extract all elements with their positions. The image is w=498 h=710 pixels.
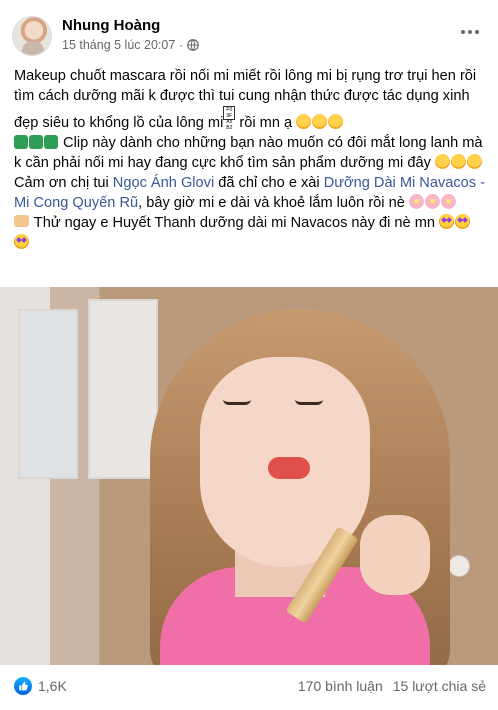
like-icon — [14, 677, 32, 695]
caption-text-3b: đã chỉ cho e xài — [214, 175, 324, 191]
video-window-right — [88, 299, 158, 479]
post-caption: Makeup chuốt mascara rồi nối mi miết rồi… — [14, 66, 486, 253]
post-header: Nhung Hoàng 15 tháng 5 lúc 20:07 · — [12, 12, 490, 56]
recycle-emoji-icon — [14, 135, 28, 149]
recycle-emoji-icon — [29, 135, 43, 149]
cherry-blossom-emoji-icon — [440, 194, 456, 209]
reactions-count: 1,6K — [38, 678, 67, 694]
video-wall-outlet — [448, 555, 470, 577]
caption-text-2: Clip này dành cho những bạn nào muốn có … — [14, 135, 483, 171]
post-footer: 1,6K 170 bình luận 15 lượt chia sẻ — [14, 673, 486, 699]
star-struck-emoji-icon — [14, 234, 29, 249]
reactions-summary[interactable]: 1,6K — [14, 677, 67, 695]
post-card: Nhung Hoàng 15 tháng 5 lúc 20:07 · Makeu… — [0, 0, 498, 710]
cherry-blossom-emoji-icon — [408, 194, 424, 209]
video-person-eye — [295, 399, 323, 405]
hugging-face-emoji-icon — [434, 154, 450, 169]
caption-paragraph-1: Makeup chuốt mascara rồi nối mi miết rồi… — [14, 66, 486, 133]
caption-text-3c: , bây giờ mi e dài và khoẻ lắm luôn rồi … — [138, 195, 405, 211]
meta-separator: · — [179, 38, 184, 52]
pleading-face-emoji-icon — [312, 114, 328, 129]
caption-text-3a: Cảm ơn chị tui — [14, 175, 113, 191]
hugging-face-emoji-icon — [450, 154, 466, 169]
caption-paragraph-3: Cảm ơn chị tui Ngọc Ánh Glovi đã chỉ cho… — [14, 173, 486, 213]
star-struck-emoji-icon — [455, 214, 471, 229]
globe-icon[interactable] — [187, 39, 200, 51]
star-struck-emoji-icon — [439, 214, 455, 229]
mention-link-ngoc-anh[interactable]: Ngọc Ánh Glovi — [113, 175, 214, 191]
video-person-eye — [223, 399, 251, 405]
shares-count[interactable]: 15 lượt chia sẻ — [393, 678, 486, 694]
video-window-left — [18, 309, 78, 479]
video-person-hand — [360, 515, 430, 595]
caption-text-4: Thử ngay e Huyết Thanh dưỡng dài mi Nava… — [30, 215, 435, 231]
pointing-hand-emoji-icon — [14, 215, 29, 227]
video-person-lips — [268, 457, 310, 479]
engagement-stats: 170 bình luận 15 lượt chia sẻ — [298, 678, 486, 694]
recycle-emoji-icon — [44, 135, 58, 149]
comments-count[interactable]: 170 bình luận — [298, 678, 383, 694]
post-meta: 15 tháng 5 lúc 20:07 · — [62, 38, 200, 52]
pleading-face-emoji-icon — [296, 114, 312, 129]
caption-paragraph-4: Thử ngay e Huyết Thanh dưỡng dài mi Nava… — [14, 213, 486, 253]
pleading-face-emoji-icon — [328, 114, 344, 129]
hugging-face-emoji-icon — [466, 154, 482, 169]
caption-paragraph-2: Clip này dành cho những bạn nào muốn có … — [14, 133, 486, 173]
more-options-icon[interactable] — [456, 22, 484, 42]
cherry-blossom-emoji-icon — [424, 194, 440, 209]
post-timestamp[interactable]: 15 tháng 5 lúc 20:07 — [62, 38, 175, 52]
author-avatar[interactable] — [12, 16, 52, 56]
caption-text-1b: rồi mn ạ — [235, 115, 293, 131]
post-video[interactable] — [0, 287, 498, 665]
unknown-glyph-icon: F0 9F A5 B2 — [223, 106, 236, 131]
author-name[interactable]: Nhung Hoàng — [62, 17, 160, 34]
